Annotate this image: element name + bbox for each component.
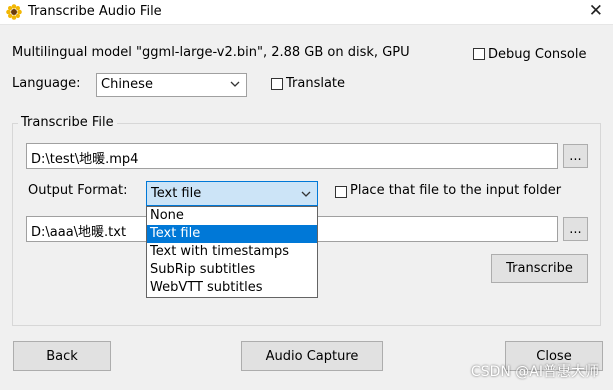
format-option-webvtt-subtitles[interactable]: WebVTT subtitles [147,279,317,297]
window-title: Transcribe Audio File [28,4,162,19]
audio-capture-button[interactable]: Audio Capture [241,341,383,371]
close-icon[interactable]: ✕ [589,1,603,21]
title-bar: Transcribe Audio File ✕ [0,0,613,25]
browse-input-button[interactable]: ... [563,144,588,168]
transcribe-button[interactable]: Transcribe [491,254,588,283]
watermark-text: CSDN @AI普惠大师 [470,364,599,380]
browse-output-label: ... [569,221,582,237]
browse-input-label: ... [569,148,582,164]
input-file-value: D:\test\地暖.mp4 [31,152,139,167]
output-format-dropdown: None Text file Text with timestamps SubR… [146,206,318,298]
language-value: Chinese [101,77,153,92]
debug-console-label[interactable]: Debug Console [488,47,587,62]
transcribe-file-group-label: Transcribe File [18,115,117,130]
transcribe-button-label: Transcribe [506,261,573,276]
format-option-text-with-timestamps[interactable]: Text with timestamps [147,243,317,261]
chevron-down-icon [230,81,240,87]
browse-output-button[interactable]: ... [563,217,588,241]
back-button-label: Back [46,348,78,364]
format-option-text-file[interactable]: Text file [147,225,317,243]
translate-label[interactable]: Translate [286,76,345,91]
sunflower-icon [6,4,22,20]
output-format-label: Output Format: [28,183,128,198]
model-info: Multilingual model "ggml-large-v2.bin", … [12,45,410,60]
audio-capture-button-label: Audio Capture [265,348,359,364]
output-file-value: D:\aaa\地暖.txt [31,225,127,240]
back-button[interactable]: Back [13,341,111,371]
debug-console-checkbox[interactable] [473,48,485,60]
input-file-field[interactable]: D:\test\地暖.mp4 [26,143,558,169]
format-option-subrip-subtitles[interactable]: SubRip subtitles [147,261,317,279]
translate-checkbox[interactable] [271,78,283,90]
format-option-none[interactable]: None [147,207,317,225]
language-select[interactable]: Chinese [96,73,247,97]
language-label: Language: [12,76,81,91]
output-format-select[interactable]: Text file [146,181,318,206]
output-format-value: Text file [151,186,202,201]
place-in-input-folder-checkbox[interactable] [335,186,347,198]
chevron-down-icon [301,191,311,197]
place-in-input-folder-label[interactable]: Place that file to the input folder [350,183,561,198]
